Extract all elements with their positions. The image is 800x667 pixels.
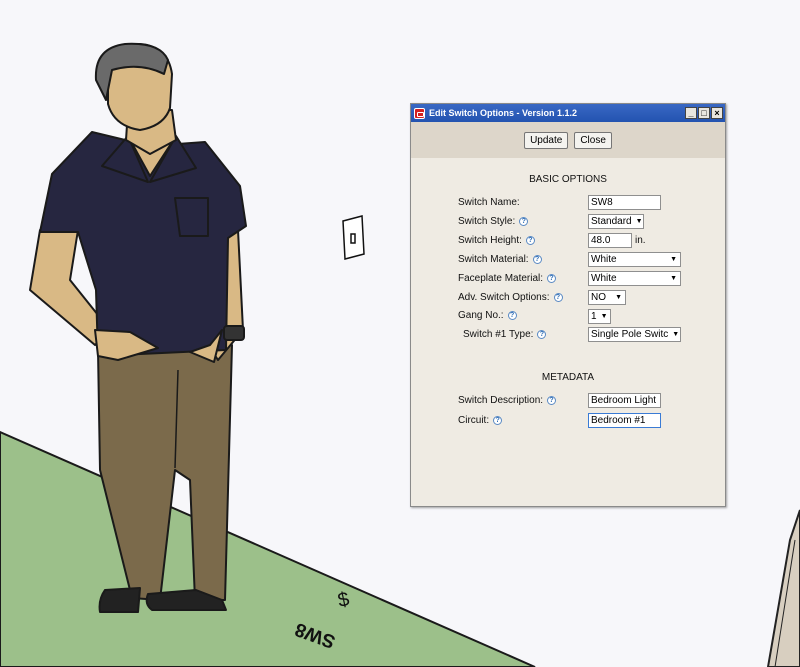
help-icon[interactable]: ? — [537, 330, 547, 339]
gang-no-select[interactable]: 1 ▼ — [588, 309, 611, 324]
help-icon[interactable]: ? — [525, 236, 535, 245]
close-button[interactable]: Close — [574, 131, 612, 149]
switch-style-select[interactable]: Standard ▼ — [588, 214, 644, 229]
circuit-input[interactable]: Bedroom #1 — [588, 413, 661, 428]
window-controls: _ □ × — [685, 107, 723, 119]
chevron-down-icon: ▼ — [670, 275, 677, 282]
close-window-button[interactable]: × — [711, 107, 723, 119]
help-icon[interactable]: ? — [547, 274, 557, 283]
switch-name-input[interactable]: SW8 — [588, 195, 661, 210]
switch-material-select[interactable]: White ▼ — [588, 252, 681, 267]
switch-material-label: Switch Material: ? — [458, 254, 542, 265]
adv-switch-options-select[interactable]: NO ▼ — [588, 290, 626, 305]
app-icon — [414, 107, 425, 119]
faceplate-material-label: Faceplate Material: ? — [458, 273, 557, 284]
wall-switch-plate[interactable] — [342, 215, 365, 260]
switch-height-label: Switch Height: ? — [458, 235, 535, 246]
basic-options-heading: BASIC OPTIONS — [529, 174, 607, 185]
chevron-down-icon: ▼ — [670, 256, 677, 263]
help-icon[interactable]: ? — [493, 416, 503, 425]
chevron-down-icon: ▼ — [635, 218, 643, 225]
metadata-heading: METADATA — [541, 372, 595, 383]
help-icon[interactable]: ? — [519, 217, 529, 226]
switch-description-input[interactable]: Bedroom Light — [588, 393, 661, 408]
edit-switch-options-dialog: Edit Switch Options - Version 1.1.2 _ □ … — [410, 103, 726, 507]
circuit-label: Circuit: ? — [458, 415, 503, 426]
wall-edge — [766, 509, 800, 667]
adv-switch-options-label: Adv. Switch Options: ? — [458, 292, 563, 303]
dialog-title: Edit Switch Options - Version 1.1.2 — [429, 108, 578, 118]
help-icon[interactable]: ? — [507, 311, 517, 320]
switch1-type-label: Switch #1 Type: ? — [463, 329, 547, 340]
maximize-button[interactable]: □ — [698, 107, 710, 119]
switch-name-label: Switch Name: — [458, 197, 520, 208]
minimize-button[interactable]: _ — [685, 107, 697, 119]
chevron-down-icon: ▼ — [615, 294, 622, 301]
chevron-down-icon: ▼ — [600, 313, 608, 320]
gang-no-label: Gang No.: ? — [458, 310, 517, 321]
switch1-type-select[interactable]: Single Pole Switc ▼ — [588, 327, 681, 342]
chevron-down-icon: ▼ — [672, 331, 680, 338]
update-button[interactable]: Update — [524, 131, 569, 149]
faceplate-material-select[interactable]: White ▼ — [588, 271, 681, 286]
dialog-toolbar: Update Close — [411, 122, 725, 158]
dialog-titlebar[interactable]: Edit Switch Options - Version 1.1.2 _ □ … — [411, 104, 725, 122]
height-unit: in. — [635, 235, 646, 246]
switch-style-label: Switch Style: ? — [458, 216, 529, 227]
help-icon[interactable]: ? — [532, 255, 542, 264]
switch-description-label: Switch Description: ? — [458, 395, 557, 406]
help-icon[interactable]: ? — [547, 396, 557, 405]
switch-height-input[interactable]: 48.0 — [588, 233, 632, 248]
help-icon[interactable]: ? — [553, 293, 563, 302]
